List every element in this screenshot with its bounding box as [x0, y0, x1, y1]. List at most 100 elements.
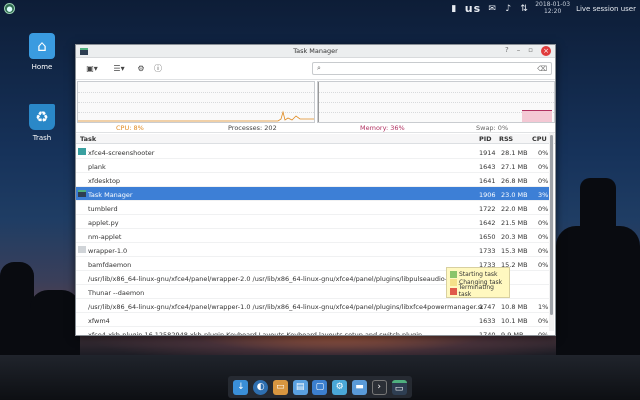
task-name: bamfdaemon [88, 260, 132, 269]
help-icon[interactable]: ? [505, 46, 509, 56]
table-row[interactable]: xfdesktop 1641 26.8 MB 0% [76, 173, 549, 187]
task-pid: 1643 [479, 162, 496, 171]
table-row[interactable]: plank 1643 27.1 MB 0% [76, 159, 549, 173]
task-name: /usr/lib/x86_64-linux-gnu/xfce4/panel/wr… [88, 302, 483, 311]
task-pid: 1733 [479, 246, 496, 255]
task-rss: 15.3 MB [501, 246, 528, 255]
settings-icon[interactable]: ◐ [253, 379, 269, 395]
window-title: Task Manager [293, 47, 338, 55]
folder-icon[interactable]: ▬ [351, 379, 367, 395]
task-pid: 1747 [479, 302, 496, 311]
settings-button[interactable]: ⚙ [134, 62, 148, 76]
legend-item: Terminating task [450, 284, 506, 299]
task-name: nm-applet [88, 232, 122, 241]
minimize-icon[interactable]: – [517, 46, 521, 56]
task-name: xfwm4 [88, 316, 110, 325]
about-button[interactable]: ⓘ [151, 62, 165, 76]
clock-time: 12:20 [543, 7, 562, 15]
search-icon: ⌕ [317, 64, 321, 72]
home-icon: ⌂ [29, 33, 55, 59]
column-pid[interactable]: PID [479, 135, 492, 143]
table-row[interactable]: nm-applet 1650 20.3 MB 0% [76, 229, 549, 243]
app-menu-icon[interactable]: ● [4, 3, 15, 14]
task-name: xfce4-xkb-plugin 16 12582948 xkb-plugin … [88, 330, 423, 336]
table-row[interactable]: tumblerd 1722 22.0 MB 0% [76, 201, 549, 215]
terminal-icon[interactable]: › [371, 379, 387, 395]
task-pid: 1722 [479, 204, 496, 213]
task-pid: 1642 [479, 218, 496, 227]
network-icon[interactable]: ⇅ [519, 4, 529, 14]
files-icon[interactable]: ▤ [292, 379, 308, 395]
columns-menu-button[interactable]: ☰▾ [107, 62, 131, 76]
legend-label: Terminating task [458, 284, 494, 299]
clock[interactable]: 2018-01-03 12:20 [535, 1, 570, 15]
column-rss[interactable]: RSS [499, 135, 513, 143]
task-rss: 22.0 MB [501, 204, 528, 213]
task-pid: 1740 [479, 330, 496, 336]
table-row[interactable]: xfce4-xkb-plugin 16 12582948 xkb-plugin … [76, 327, 549, 336]
task-cpu: 0% [538, 330, 549, 336]
window-icon[interactable]: ▢ [312, 379, 328, 395]
silo-silhouette [30, 290, 80, 362]
dock: ↓ ◐ ▭ ▤ ▢ ⚙ ▬ › ▭ [228, 376, 412, 398]
table-row[interactable]: xfwm4 1633 10.1 MB 0% [76, 313, 549, 327]
memory-graph [317, 81, 555, 123]
task-name: Thunar --daemon [88, 288, 145, 297]
session-menu[interactable]: Live session user [576, 5, 636, 13]
gear-icon: ⚙ [137, 64, 145, 73]
legend-label: Starting task [459, 270, 498, 278]
scrollbar-thumb[interactable] [550, 135, 553, 315]
task-name: plank [88, 162, 106, 171]
top-panel: ● ▮ us ✉ ♪ ⇅ 2018-01-03 12:20 Live sessi… [0, 0, 640, 17]
gear-icon[interactable]: ⚙ [332, 379, 348, 395]
cpu-graph [77, 81, 315, 123]
store-icon[interactable]: ▭ [272, 379, 288, 395]
window-titlebar[interactable]: Task Manager ? – ▫ × [76, 45, 555, 58]
table-row[interactable]: /usr/lib/x86_64-linux-gnu/xfce4/panel/wr… [76, 299, 549, 313]
silo-silhouette [580, 178, 616, 238]
download-icon[interactable]: ↓ [233, 379, 249, 395]
task-rss: 26.8 MB [501, 176, 528, 185]
scrollbar[interactable] [549, 133, 554, 331]
graphs-area [77, 81, 555, 123]
keyboard-layout-indicator[interactable]: us [465, 2, 481, 15]
column-cpu[interactable]: CPU [532, 135, 547, 143]
legend-swatch [450, 270, 457, 278]
desktop-icon-home[interactable]: ⌂ Home [22, 33, 62, 71]
column-task[interactable]: Task [80, 135, 96, 143]
desktop-icon-label: Trash [32, 134, 52, 142]
task-pid: 1650 [479, 232, 496, 241]
view-menu-button[interactable]: ▣▾ [80, 62, 104, 76]
mail-icon[interactable]: ✉ [487, 4, 497, 14]
columns-icon: ☰▾ [113, 64, 125, 73]
cpu-status: CPU: 8% [116, 124, 144, 132]
close-icon[interactable]: × [541, 46, 551, 56]
silo-silhouette [556, 226, 640, 362]
speaker-icon[interactable]: ♪ [503, 4, 513, 14]
task-pid: 1914 [479, 148, 496, 157]
view-icon: ▣▾ [86, 64, 98, 73]
table-row[interactable]: xfce4-screenshooter 1914 28.1 MB 0% [76, 145, 549, 159]
task-manager-icon[interactable]: ▭ [391, 379, 407, 395]
task-name: tumblerd [88, 204, 118, 213]
battery-icon[interactable]: ▮ [449, 4, 459, 14]
status-line: CPU: 8% Processes: 202 Memory: 36% Swap:… [76, 123, 555, 133]
toolbar: ▣▾ ☰▾ ⚙ ⓘ ⌕ ⌫ [76, 58, 555, 80]
search-input[interactable]: ⌕ ⌫ [312, 62, 552, 75]
table-row[interactable]: applet.py 1642 21.5 MB 0% [76, 215, 549, 229]
table-row[interactable]: Task Manager 1906 23.0 MB 3% [76, 187, 549, 201]
task-name: Task Manager [88, 190, 133, 199]
maximize-icon[interactable]: ▫ [528, 46, 533, 56]
task-pid: 1641 [479, 176, 496, 185]
desktop-icon-label: Home [31, 63, 53, 71]
graph-divider [318, 82, 319, 122]
desktop-icon-trash[interactable]: ♻ Trash [22, 104, 62, 142]
task-name: /usr/lib/x86_64-linux-gnu/xfce4/panel/wr… [88, 274, 483, 283]
table-row[interactable]: wrapper-1.0 1733 15.3 MB 0% [76, 243, 549, 257]
processes-status: Processes: 202 [228, 124, 277, 132]
swap-status: Swap: 0% [476, 124, 509, 132]
clear-search-icon[interactable]: ⌫ [537, 65, 547, 73]
legend-swatch [450, 287, 457, 295]
info-icon: ⓘ [154, 64, 162, 73]
cpu-graph-line [78, 110, 314, 122]
